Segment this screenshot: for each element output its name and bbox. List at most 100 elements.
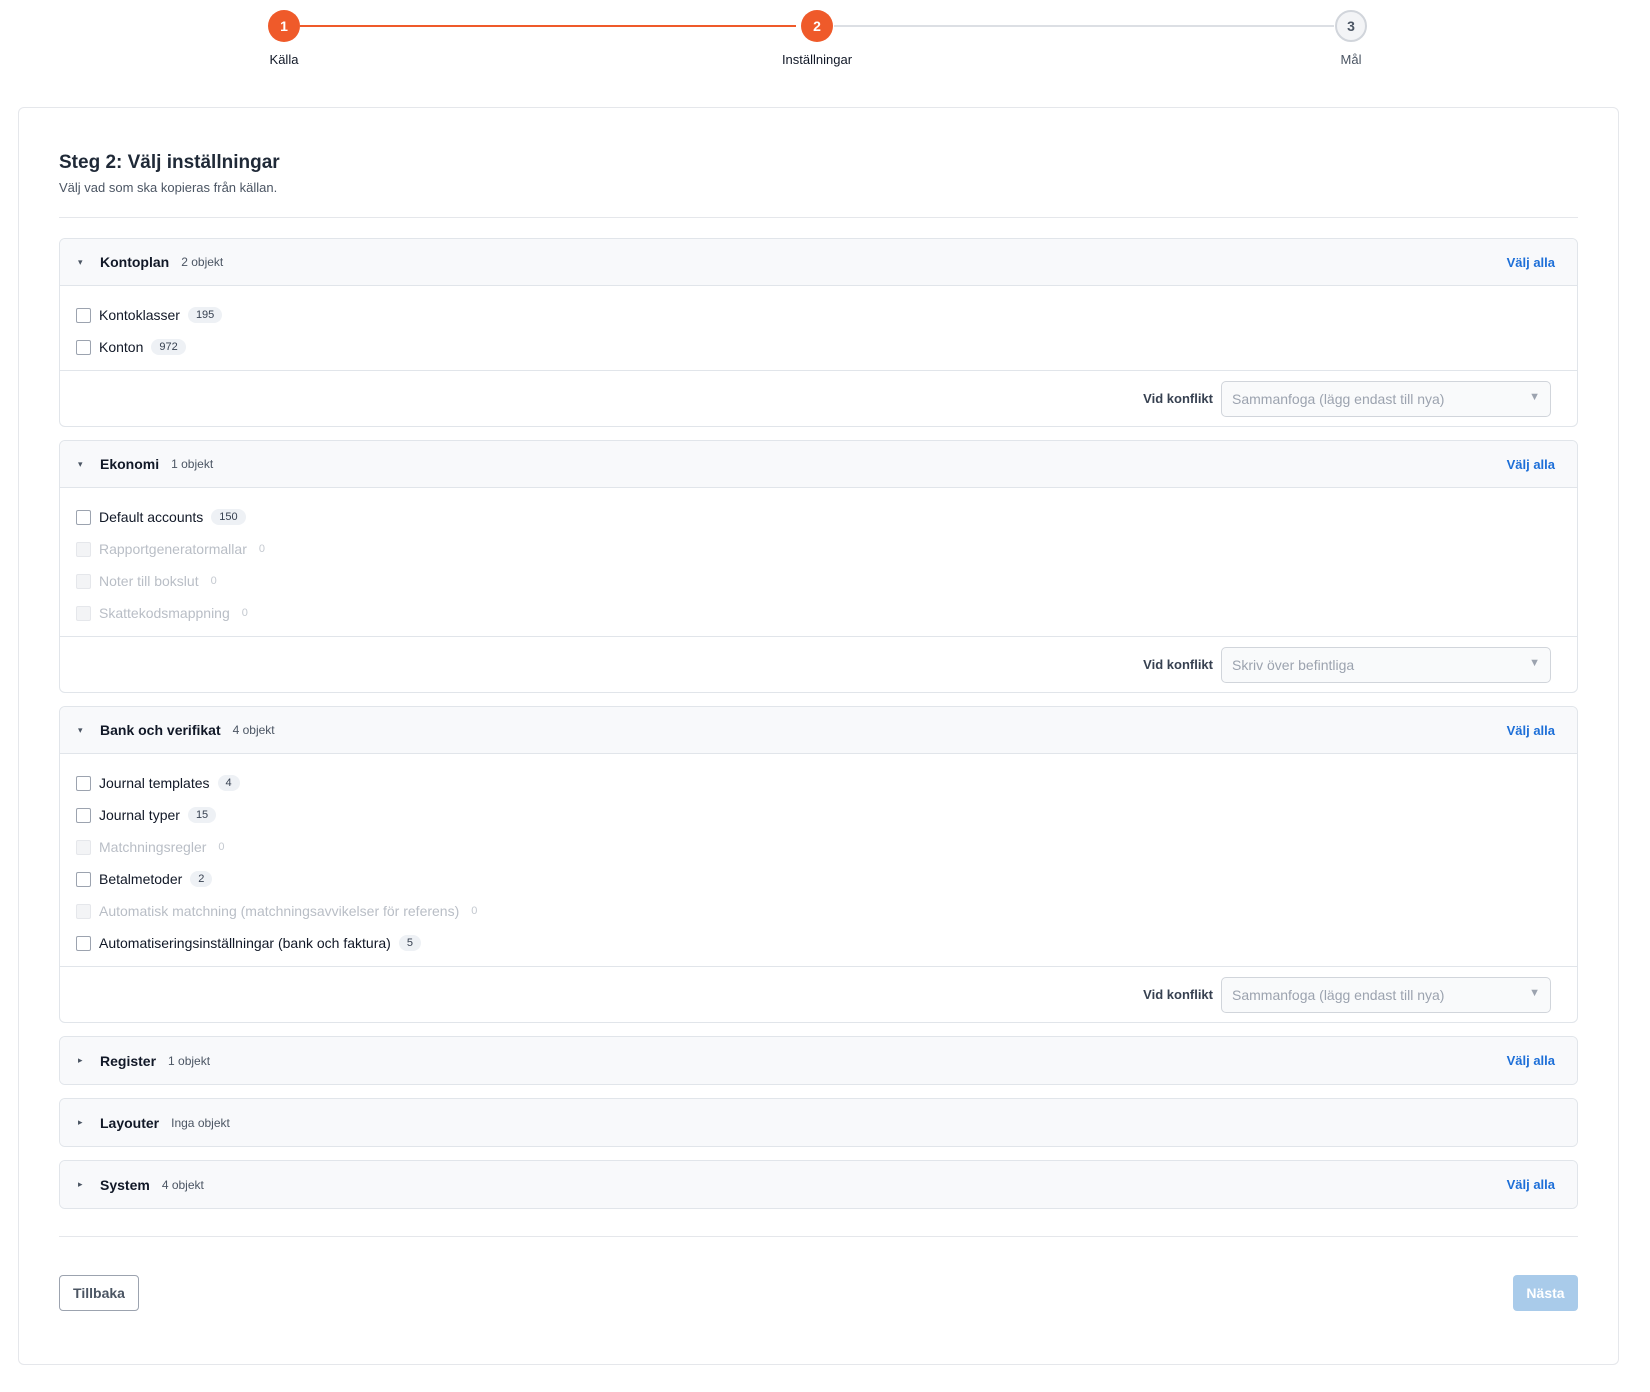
step-number: 3	[1335, 10, 1367, 42]
option-row[interactable]: Journal templates 4	[76, 767, 1561, 799]
section-kontoplan: ▾ Kontoplan 2 objekt Välj alla Kontoklasser 1…	[59, 238, 1578, 427]
option-row[interactable]: Konton 972	[76, 331, 1561, 363]
option-row: Automatisk matchning (matchningsavvikels…	[76, 895, 1561, 927]
section-header[interactable]: ▾ Kontoplan 2 objekt Välj alla	[60, 239, 1577, 286]
section-count: 4 objekt	[232, 723, 275, 737]
count-badge: 972	[151, 339, 186, 355]
option-row: Noter till bokslut 0	[76, 565, 1561, 597]
option-label: Noter till bokslut	[99, 573, 199, 589]
dropdown-arrow-icon: ▼	[1529, 986, 1540, 999]
section-title: System	[100, 1176, 150, 1193]
section-header[interactable]: ▾ Bank och verifikat 4 objekt Välj alla	[60, 707, 1577, 754]
count-badge: 2	[190, 871, 213, 887]
option-label: Journal typer	[99, 807, 180, 823]
option-checkbox[interactable]	[76, 935, 91, 951]
divider	[59, 1236, 1578, 1237]
section-count: 4 objekt	[161, 1177, 204, 1192]
conflict-label: Vid konflikt	[1143, 987, 1213, 1002]
dropdown-arrow-icon: ▼	[1529, 390, 1540, 403]
section-register: ▸ Register 1 objekt Välj alla	[59, 1036, 1578, 1085]
chevron-right-icon[interactable]: ▸	[78, 1055, 92, 1066]
conflict-select-value: Sammanfoga (lägg endast till nya)	[1232, 390, 1445, 407]
section-system: ▸ System 4 objekt Välj alla	[59, 1160, 1578, 1209]
back-button[interactable]: Tillbaka	[59, 1275, 139, 1311]
option-label: Kontoklasser	[99, 307, 180, 323]
option-checkbox	[76, 541, 91, 557]
select-all-link[interactable]: Välj alla	[1507, 255, 1555, 270]
page-title: Steg 2: Välj inställningar	[59, 152, 280, 173]
count-badge: 0	[471, 905, 478, 917]
section-header[interactable]: ▾ Ekonomi 1 objekt Välj alla	[60, 441, 1577, 488]
option-checkbox	[76, 573, 91, 589]
option-checkbox[interactable]	[76, 775, 91, 791]
option-checkbox	[76, 605, 91, 621]
section-header[interactable]: ▸ Layouter Inga objekt	[60, 1099, 1577, 1146]
section-items: Journal templates 4 Journal typer 15 Matchni…	[60, 754, 1577, 966]
option-checkbox[interactable]	[76, 339, 91, 355]
option-label: Matchningsregler	[99, 839, 207, 855]
section-header[interactable]: ▸ Register 1 objekt Välj alla	[60, 1037, 1577, 1084]
option-row[interactable]: Kontoklasser 195	[76, 299, 1561, 331]
option-row: Rapportgeneratormallar 0	[76, 533, 1561, 565]
option-row[interactable]: Automatiseringsinställningar (bank och f…	[76, 927, 1561, 959]
conflict-select-value: Sammanfoga (lägg endast till nya)	[1232, 986, 1445, 1003]
stepper: 1 Källa 2 Inställningar 3 Mål	[0, 0, 1650, 80]
option-label: Konton	[99, 339, 144, 355]
chevron-down-icon[interactable]: ▾	[78, 459, 92, 470]
count-badge: 4	[217, 775, 240, 791]
section-title: Kontoplan	[100, 254, 170, 270]
settings-card: Steg 2: Välj inställningar Välj vad som …	[18, 107, 1619, 1365]
section-title: Register	[100, 1052, 157, 1069]
option-row: Matchningsregler 0	[76, 831, 1561, 863]
select-all-link[interactable]: Välj alla	[1507, 1177, 1555, 1192]
section-bank-och-verifikat: ▾ Bank och verifikat 4 objekt Välj alla Jour…	[59, 706, 1578, 1023]
option-row[interactable]: Default accounts 150	[76, 501, 1561, 533]
conflict-select[interactable]: Skriv över befintliga ▼	[1221, 646, 1551, 683]
option-label: Skattekodsmappning	[99, 605, 230, 621]
chevron-down-icon[interactable]: ▾	[78, 725, 92, 736]
conflict-select[interactable]: Sammanfoga (lägg endast till nya) ▼	[1221, 380, 1551, 417]
count-badge: 15	[187, 807, 217, 823]
section-header[interactable]: ▸ System 4 objekt Välj alla	[60, 1161, 1577, 1208]
step-label: Mål	[1340, 52, 1362, 67]
select-all-link[interactable]: Välj alla	[1507, 1053, 1555, 1068]
option-label: Automatisk matchning (matchningsavvikels…	[99, 903, 460, 919]
section-title: Layouter	[100, 1114, 160, 1131]
divider	[59, 217, 1578, 218]
option-label: Automatiseringsinställningar (bank och f…	[99, 935, 391, 951]
count-badge: 150	[211, 509, 246, 525]
option-label: Journal templates	[99, 775, 210, 791]
section-items: Kontoklasser 195 Konton 972	[60, 286, 1577, 370]
page-subtitle: Välj vad som ska kopieras från källan.	[59, 180, 278, 195]
dropdown-arrow-icon: ▼	[1529, 656, 1540, 669]
conflict-row: Vid konflikt Skriv över befintliga ▼	[60, 636, 1577, 692]
option-label: Default accounts	[99, 509, 204, 525]
step-number: 2	[801, 10, 833, 42]
option-checkbox[interactable]	[76, 807, 91, 823]
settings-sections: ▾ Kontoplan 2 objekt Välj alla Kontoklasser 1…	[59, 238, 1578, 1222]
count-badge: 0	[218, 841, 225, 853]
option-label: Betalmetoder	[99, 871, 183, 887]
option-checkbox	[76, 839, 91, 855]
section-ekonomi: ▾ Ekonomi 1 objekt Välj alla Default account…	[59, 440, 1578, 693]
count-badge: 195	[187, 307, 223, 323]
option-row[interactable]: Betalmetoder 2	[76, 863, 1561, 895]
chevron-right-icon[interactable]: ▸	[78, 1117, 92, 1128]
option-checkbox[interactable]	[76, 509, 91, 525]
option-checkbox[interactable]	[76, 307, 91, 323]
option-row[interactable]: Journal typer 15	[76, 799, 1561, 831]
step-source: 1 Källa	[214, 10, 354, 67]
step-label: Källa	[269, 52, 299, 67]
select-all-link[interactable]: Välj alla	[1507, 723, 1555, 738]
chevron-right-icon[interactable]: ▸	[78, 1179, 92, 1190]
next-button[interactable]: Nästa	[1513, 1275, 1578, 1311]
count-badge: 5	[398, 935, 421, 951]
option-label: Rapportgeneratormallar	[99, 541, 247, 557]
section-layouter: ▸ Layouter Inga objekt	[59, 1098, 1578, 1147]
option-checkbox[interactable]	[76, 871, 91, 887]
conflict-select[interactable]: Sammanfoga (lägg endast till nya) ▼	[1221, 976, 1551, 1013]
select-all-link[interactable]: Välj alla	[1507, 457, 1555, 472]
chevron-down-icon[interactable]: ▾	[78, 257, 92, 268]
step-settings: 2 Inställningar	[747, 10, 887, 67]
step-number: 1	[268, 10, 300, 42]
